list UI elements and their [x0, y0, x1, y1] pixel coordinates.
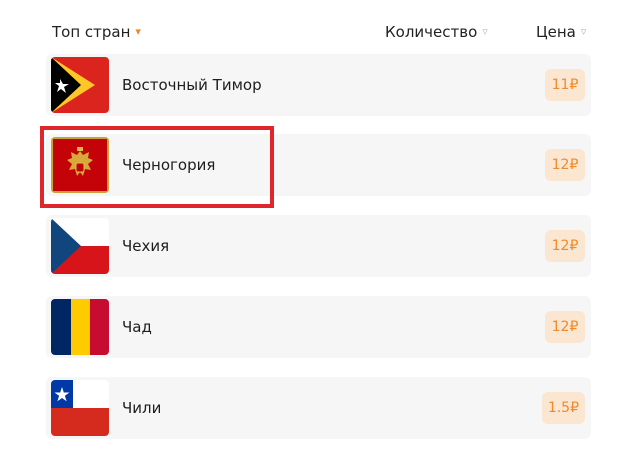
country-row-czechia[interactable]: Чехия 12₽ [46, 215, 591, 277]
sort-idle-icon: ▿ [580, 25, 587, 38]
country-row-montenegro[interactable]: Черногория 12₽ [46, 134, 591, 196]
country-name: Чехия [122, 237, 170, 255]
table-header: Топ стран ▾ Количество ▿ Цена ▿ [0, 0, 624, 58]
country-name: Чили [122, 399, 162, 417]
price-badge: 12₽ [545, 311, 585, 343]
count-column-label: Количество [385, 23, 478, 41]
country-name: Чад [122, 318, 152, 336]
price-badge: 1.5₽ [541, 392, 585, 424]
sort-idle-icon: ▿ [482, 25, 488, 38]
price-badge: 12₽ [545, 149, 585, 181]
chile-flag-icon [51, 380, 109, 436]
sort-by-country-header[interactable]: Топ стран ▾ [52, 22, 141, 42]
country-name: Восточный Тимор [122, 76, 262, 94]
country-row-east-timor[interactable]: Восточный Тимор 11₽ [46, 54, 591, 116]
country-column-label: Топ стран [52, 23, 131, 41]
east-timor-flag-icon [51, 57, 109, 113]
montenegro-flag-icon [51, 137, 109, 193]
country-name: Черногория [122, 156, 216, 174]
price-badge: 11₽ [545, 69, 585, 101]
country-row-chad[interactable]: Чад 12₽ [46, 296, 591, 358]
price-badge: 12₽ [545, 230, 585, 262]
chad-flag-icon [51, 299, 109, 355]
sort-by-count-header[interactable]: Количество ▿ [385, 22, 488, 42]
country-row-chile[interactable]: Чили 1.5₽ [46, 377, 591, 439]
sort-desc-icon: ▾ [135, 25, 141, 38]
sort-by-price-header[interactable]: Цена ▿ [536, 22, 586, 42]
czech-flag-icon [51, 218, 109, 274]
price-column-label: Цена [536, 23, 576, 41]
